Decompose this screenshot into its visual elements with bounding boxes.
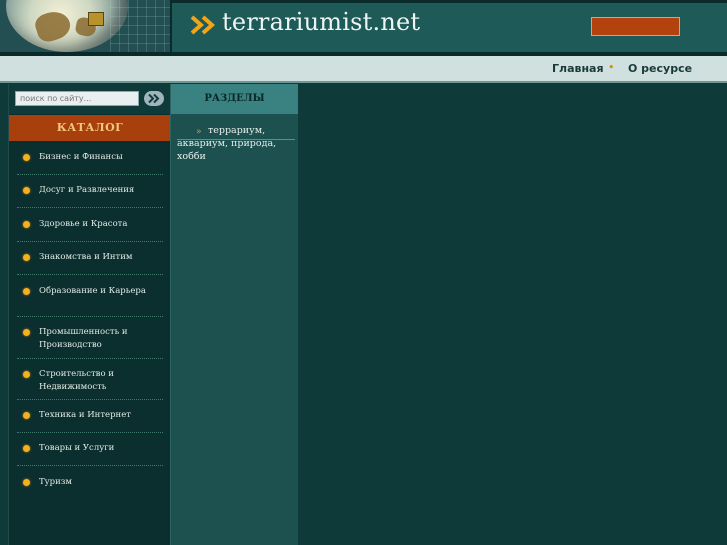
catalog-separator (17, 174, 163, 175)
sections-separator (177, 139, 295, 140)
catalog-separator (17, 274, 163, 275)
catalog-item-label[interactable]: Знакомства и Интим (39, 251, 133, 264)
catalog-item-label-line2[interactable]: Недвижимость (39, 381, 106, 394)
bullet-icon (23, 329, 30, 336)
bullet-icon (23, 479, 30, 486)
double-chevron-right-icon (190, 15, 216, 35)
sections-column: РАЗДЕЛЫ » террариум, аквариум, природа, … (170, 84, 299, 545)
catalog-heading: КАТАЛОГ (9, 115, 171, 141)
double-chevron-right-icon (148, 93, 160, 104)
catalog-item-label[interactable]: Туризм (39, 476, 72, 489)
bullet-icon (23, 445, 30, 452)
bullet-icon (23, 187, 30, 194)
catalog-item-label[interactable]: Товары и Услуги (39, 442, 114, 455)
catalog-separator (17, 399, 163, 400)
nav-home-link[interactable]: Главная (552, 62, 604, 75)
catalog-item-label-line1[interactable]: Промышленность и (39, 326, 128, 339)
sections-text: террариум, аквариум, природа, хобби (177, 124, 295, 163)
catalog-separator (17, 432, 163, 433)
top-navigation: Главная • О ресурсе (0, 56, 727, 83)
catalog-item-label-line1[interactable]: Строительство и (39, 368, 114, 381)
catalog-item-label-line2[interactable]: Производство (39, 339, 102, 352)
header-top-border (172, 0, 727, 3)
site-title-link[interactable]: terrariumist.net (222, 8, 420, 36)
nav-separator-dot: • (608, 61, 615, 74)
site-header: terrariumist.net (0, 0, 727, 56)
catalog-separator (17, 241, 163, 242)
catalog-separator (17, 465, 163, 466)
nav-about-link[interactable]: О ресурсе (628, 62, 692, 75)
search-submit-button[interactable] (144, 91, 164, 106)
catalog-item-label[interactable]: Образование и Карьера (39, 285, 146, 298)
bullet-icon (23, 412, 30, 419)
sections-line2[interactable]: аквариум, природа, хобби (177, 138, 276, 162)
bullet-icon (23, 154, 30, 161)
catalog-item-label[interactable]: Здоровье и Красота (39, 218, 127, 231)
bullet-icon (23, 371, 30, 378)
catalog-item-label[interactable]: Техника и Интернет (39, 409, 131, 422)
catalog-separator (17, 207, 163, 208)
main-content-area (298, 84, 727, 545)
search-input[interactable] (15, 91, 139, 106)
catalog-item-label[interactable]: Досуг и Развлечения (39, 184, 134, 197)
search-area (9, 84, 171, 114)
bullet-icon (23, 288, 30, 295)
header-banner-box (591, 17, 680, 36)
catalog-separator (17, 358, 163, 359)
catalog-item-label[interactable]: Бизнес и Финансы (39, 151, 123, 164)
sections-heading: РАЗДЕЛЫ (171, 84, 298, 114)
header-logo-image (0, 0, 172, 53)
bullet-icon (23, 221, 30, 228)
sections-line1[interactable]: террариум, (177, 124, 295, 137)
chip-icon (88, 12, 104, 26)
bullet-icon (23, 254, 30, 261)
left-sidebar: КАТАЛОГ Бизнес и Финансы Досуг и Развлеч… (8, 84, 173, 545)
grid-decoration (110, 0, 170, 53)
catalog-separator (17, 316, 163, 317)
